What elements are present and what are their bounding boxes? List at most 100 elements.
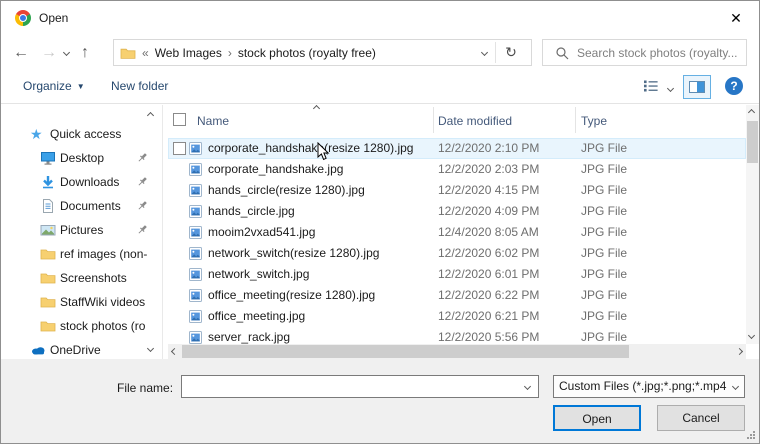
file-type-select[interactable]: Custom Files (*.jpg;*.png;*.mp4 xyxy=(553,375,745,398)
file-name-combo[interactable] xyxy=(181,375,539,398)
navigation-sidebar: ★ Quick access Desktop Downloads Documen… xyxy=(2,105,163,359)
file-name-label: File name: xyxy=(117,381,173,395)
table-row[interactable]: corporate_handshake(resize 1280).jpg 12/… xyxy=(168,138,746,159)
sidebar-item-desktop[interactable]: Desktop xyxy=(2,146,162,170)
preview-pane-toggle[interactable] xyxy=(683,75,711,99)
mouse-cursor xyxy=(317,142,331,162)
preview-pane-icon xyxy=(689,81,705,93)
folder-icon xyxy=(40,318,56,334)
forward-button: → xyxy=(41,41,57,65)
file-list: Name Date modified Type corporate_handsh… xyxy=(168,105,746,359)
row-checkbox[interactable] xyxy=(173,142,186,155)
breadcrumb-segment-web-images[interactable]: Web Images xyxy=(155,46,222,60)
image-file-icon xyxy=(189,289,202,302)
breadcrumb-separator-icon[interactable]: › xyxy=(228,46,232,60)
search-icon xyxy=(555,46,569,60)
sidebar-item-pictures[interactable]: Pictures xyxy=(2,218,162,242)
folder-icon xyxy=(40,246,56,262)
back-button[interactable]: ← xyxy=(13,41,29,65)
sidebar-scroll-up-icon[interactable] xyxy=(147,112,154,119)
breadcrumb-segment-stock-photos[interactable]: stock photos (royalty free) xyxy=(238,46,376,60)
image-file-icon xyxy=(189,184,202,197)
views-icon[interactable] xyxy=(643,79,659,93)
breadcrumb-root-chevron[interactable]: « xyxy=(142,46,149,60)
organize-button[interactable]: Organize▼ xyxy=(23,79,85,93)
sidebar-item-ref-images[interactable]: ref images (non- xyxy=(2,242,162,266)
scroll-left-icon[interactable] xyxy=(171,348,178,355)
search-input[interactable] xyxy=(577,41,742,64)
new-folder-button[interactable]: New folder xyxy=(111,79,168,93)
refresh-icon[interactable]: ↻ xyxy=(499,42,523,63)
table-row[interactable]: corporate_handshake.jpg 12/2/2020 2:03 P… xyxy=(168,159,746,180)
file-name-input[interactable] xyxy=(186,377,516,396)
table-row[interactable]: hands_circle.jpg 12/2/2020 4:09 PM JPG F… xyxy=(168,201,746,222)
image-file-icon xyxy=(189,247,202,260)
desktop-icon xyxy=(40,150,56,166)
close-icon[interactable]: ✕ xyxy=(723,7,749,29)
open-button[interactable]: Open xyxy=(553,405,641,431)
image-file-icon xyxy=(189,268,202,281)
sidebar-item-documents[interactable]: Documents xyxy=(2,194,162,218)
history-dropdown-icon[interactable] xyxy=(63,49,70,56)
file-type-value: Custom Files (*.jpg;*.png;*.mp4 xyxy=(559,376,726,397)
image-file-icon xyxy=(189,205,202,218)
sidebar-item-quick-access[interactable]: ★ Quick access xyxy=(2,122,162,146)
onedrive-cloud-icon xyxy=(30,342,46,358)
sort-ascending-icon xyxy=(313,105,320,112)
table-row[interactable]: hands_circle(resize 1280).jpg 12/2/2020 … xyxy=(168,180,746,201)
select-all-checkbox[interactable] xyxy=(173,113,186,126)
dialog-footer: File name: Custom Files (*.jpg;*.png;*.m… xyxy=(1,359,759,443)
sidebar-item-staffwiki-videos[interactable]: StaffWiki videos xyxy=(2,290,162,314)
documents-icon xyxy=(40,198,56,214)
help-button[interactable]: ? xyxy=(725,77,743,95)
sidebar-item-onedrive[interactable]: OneDrive xyxy=(2,338,162,359)
quick-access-star-icon: ★ xyxy=(30,126,46,142)
vertical-scrollbar-thumb[interactable] xyxy=(747,121,758,163)
sidebar-item-screenshots[interactable]: Screenshots xyxy=(2,266,162,290)
folder-icon xyxy=(120,46,136,60)
sidebar-item-stock-photos[interactable]: stock photos (ro xyxy=(2,314,162,338)
organize-caret-icon: ▼ xyxy=(77,82,85,91)
folder-icon xyxy=(40,294,56,310)
table-row[interactable]: mooim2vxad541.jpg 12/4/2020 8:05 AM JPG … xyxy=(168,222,746,243)
table-row[interactable]: office_meeting(resize 1280).jpg 12/2/202… xyxy=(168,285,746,306)
file-name-dropdown-icon[interactable] xyxy=(524,383,531,390)
chrome-app-icon xyxy=(15,10,31,26)
sidebar-item-downloads[interactable]: Downloads xyxy=(2,170,162,194)
column-header-name[interactable]: Name xyxy=(197,114,229,128)
image-file-icon xyxy=(189,310,202,323)
scroll-right-icon[interactable] xyxy=(736,348,743,355)
pin-icon xyxy=(134,174,150,190)
horizontal-scrollbar[interactable] xyxy=(168,344,746,359)
vertical-scrollbar[interactable] xyxy=(746,105,759,344)
pictures-icon xyxy=(40,222,56,238)
scroll-down-icon[interactable] xyxy=(748,332,755,339)
cancel-button[interactable]: Cancel xyxy=(657,405,745,431)
list-header: Name Date modified Type xyxy=(168,105,746,137)
views-dropdown-icon[interactable] xyxy=(667,85,674,92)
image-file-icon xyxy=(189,226,202,239)
address-dropdown-icon[interactable] xyxy=(481,49,488,56)
up-button[interactable]: ↑ xyxy=(81,41,89,65)
image-file-icon xyxy=(189,142,202,155)
file-type-dropdown-icon xyxy=(732,383,739,390)
file-rows: corporate_handshake(resize 1280).jpg 12/… xyxy=(168,138,746,344)
horizontal-scrollbar-thumb[interactable] xyxy=(182,345,629,358)
downloads-icon xyxy=(40,174,56,190)
pin-icon xyxy=(134,150,150,166)
address-bar[interactable]: « Web Images › stock photos (royalty fre… xyxy=(113,39,532,66)
table-row[interactable]: server_rack.jpg 12/2/2020 5:56 PM JPG Fi… xyxy=(168,327,746,344)
table-row[interactable]: network_switch.jpg 12/2/2020 6:01 PM JPG… xyxy=(168,264,746,285)
column-header-type[interactable]: Type xyxy=(581,114,607,128)
search-box[interactable] xyxy=(542,39,747,66)
navigation-bar: ← → ↑ « Web Images › stock photos (royal… xyxy=(1,35,759,71)
column-header-date-modified[interactable]: Date modified xyxy=(438,114,512,128)
title-bar: Open ✕ xyxy=(1,1,759,35)
folder-icon xyxy=(40,270,56,286)
window-title: Open xyxy=(39,11,68,25)
table-row[interactable]: office_meeting.jpg 12/2/2020 6:21 PM JPG… xyxy=(168,306,746,327)
resize-grip[interactable] xyxy=(746,430,756,440)
pin-icon xyxy=(134,222,150,238)
table-row[interactable]: network_switch(resize 1280).jpg 12/2/202… xyxy=(168,243,746,264)
scroll-up-icon[interactable] xyxy=(748,109,755,116)
